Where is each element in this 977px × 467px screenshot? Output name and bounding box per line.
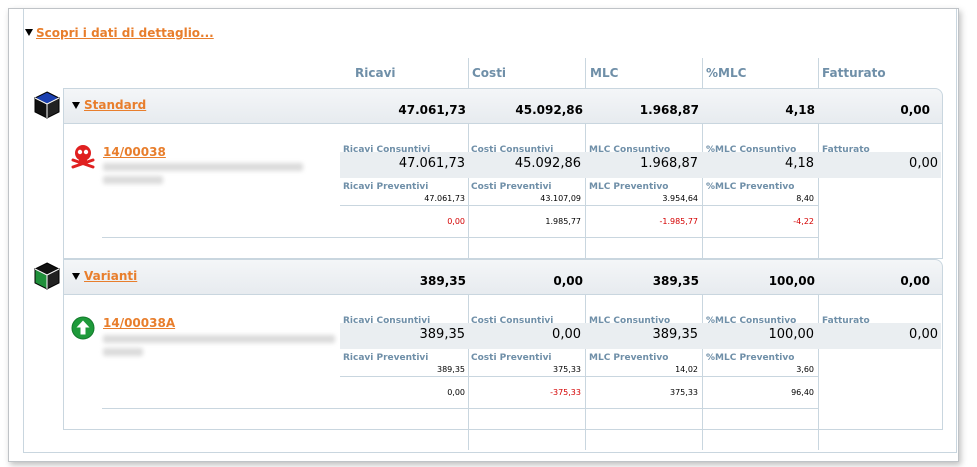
expand-arrow-icon[interactable]	[25, 29, 33, 36]
details-link[interactable]: Scopri i dati di dettaglio...	[36, 26, 214, 40]
diff-pct-mlc: 96,40	[791, 388, 814, 397]
value-pct-mlc-consuntivo: 100,00	[768, 327, 815, 342]
group-total-ricavi: 389,35	[419, 274, 466, 288]
label-ricavi-preventivi: Ricavi Preventivi	[343, 353, 429, 363]
redacted-description	[103, 348, 143, 356]
skull-crossbones-icon	[71, 145, 95, 169]
label-mlc-preventivo: MLC Preventivo	[589, 353, 669, 363]
group-total-fatturato: 0,00	[900, 103, 930, 117]
value-costi-preventivi: 375,33	[553, 365, 581, 374]
redacted-description	[103, 176, 163, 184]
value-fatturato: 0,00	[909, 327, 938, 342]
column-header-costi: Costi	[472, 66, 507, 80]
up-arrow-icon	[71, 316, 95, 340]
cube-blue-icon	[33, 91, 61, 119]
value-ricavi-preventivi: 47.061,73	[424, 194, 465, 203]
label-fatturato: Fatturato	[822, 145, 870, 155]
value-fatturato: 0,00	[909, 156, 938, 171]
item-code-link[interactable]: 14/00038A	[103, 316, 175, 330]
group-total-mlc: 1.968,87	[639, 103, 699, 117]
redacted-description	[103, 335, 335, 343]
diff-pct-mlc: -4,22	[793, 217, 814, 226]
label-pct-mlc-consuntivo: %MLC Consuntivo	[706, 145, 797, 155]
value-costi-consuntivi: 0,00	[552, 327, 581, 342]
cube-green-icon	[33, 262, 61, 290]
column-header-fatturato: Fatturato	[822, 66, 886, 80]
diff-mlc: 375,33	[670, 388, 698, 397]
diff-costi: 1.985,77	[545, 217, 581, 226]
label-pct-mlc-preventivo: %MLC Preventivo	[706, 353, 795, 363]
label-costi-preventivi: Costi Preventivi	[471, 353, 552, 363]
label-ricavi-consuntivi: Ricavi Consuntivi	[343, 316, 431, 326]
label-ricavi-consuntivi: Ricavi Consuntivi	[343, 145, 431, 155]
diff-mlc: -1.985,77	[659, 217, 698, 226]
row-separator	[340, 376, 818, 377]
value-mlc-consuntivo: 1.968,87	[640, 156, 698, 171]
group-total-ricavi: 47.061,73	[398, 103, 466, 117]
group-total-costi: 45.092,86	[515, 103, 583, 117]
label-costi-preventivi: Costi Preventivi	[471, 182, 552, 192]
value-costi-preventivi: 43.107,09	[540, 194, 581, 203]
label-mlc-consuntivo: MLC Consuntivo	[589, 145, 671, 155]
group-link-varianti[interactable]: Varianti	[84, 269, 137, 283]
label-fatturato: Fatturato	[822, 316, 870, 326]
column-header-mlc: MLC	[590, 66, 619, 80]
diff-ricavi: 0,00	[447, 217, 465, 226]
collapse-arrow-icon[interactable]	[72, 273, 80, 280]
value-mlc-preventivo: 14,02	[675, 365, 698, 374]
label-mlc-consuntivo: MLC Consuntivo	[589, 316, 671, 326]
diff-ricavi: 0,00	[447, 388, 465, 397]
value-pct-mlc-preventivo: 8,40	[796, 194, 814, 203]
diff-costi: -375,33	[550, 388, 581, 397]
label-ricavi-preventivi: Ricavi Preventivi	[343, 182, 429, 192]
label-mlc-preventivo: MLC Preventivo	[589, 182, 669, 192]
value-pct-mlc-preventivo: 3,60	[796, 365, 814, 374]
label-pct-mlc-preventivo: %MLC Preventivo	[706, 182, 795, 192]
column-header-ricavi: Ricavi	[355, 66, 396, 80]
group-total-pct-mlc: 4,18	[785, 103, 815, 117]
value-ricavi-consuntivi: 47.061,73	[398, 156, 465, 171]
label-costi-consuntivi: Costi Consuntivi	[471, 316, 554, 326]
group-total-pct-mlc: 100,00	[768, 274, 815, 288]
group-total-costi: 0,00	[553, 274, 583, 288]
value-mlc-preventivo: 3.954,64	[662, 194, 698, 203]
redacted-description	[103, 163, 303, 171]
value-ricavi-preventivi: 389,35	[437, 365, 465, 374]
column-header-pct-mlc: %MLC	[706, 66, 747, 80]
group-total-mlc: 389,35	[652, 274, 699, 288]
label-pct-mlc-consuntivo: %MLC Consuntivo	[706, 316, 797, 326]
collapse-arrow-icon[interactable]	[72, 102, 80, 109]
group-link-standard[interactable]: Standard	[84, 98, 146, 112]
row-separator	[340, 205, 818, 206]
group-total-fatturato: 0,00	[900, 274, 930, 288]
row-separator	[102, 408, 818, 409]
value-pct-mlc-consuntivo: 4,18	[785, 156, 814, 171]
item-code-link[interactable]: 14/00038	[103, 145, 166, 159]
row-separator	[102, 237, 818, 238]
value-ricavi-consuntivi: 389,35	[419, 327, 466, 342]
value-costi-consuntivi: 45.092,86	[514, 156, 581, 171]
value-mlc-consuntivo: 389,35	[652, 327, 699, 342]
label-costi-consuntivi: Costi Consuntivi	[471, 145, 554, 155]
